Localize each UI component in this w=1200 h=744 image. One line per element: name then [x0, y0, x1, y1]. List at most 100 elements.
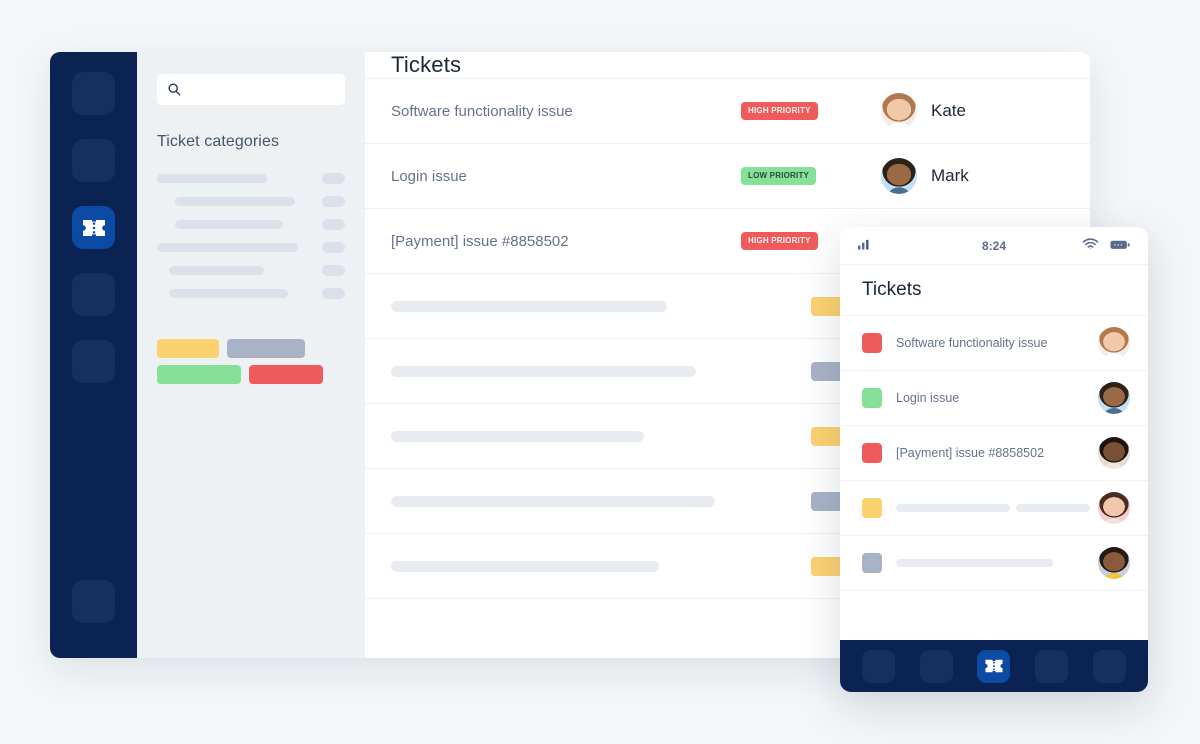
status-right	[1006, 237, 1130, 255]
m-nav-item-1[interactable]	[862, 650, 895, 683]
search-input[interactable]	[188, 83, 335, 97]
ticket-icon	[82, 219, 106, 237]
category-label-placeholder	[169, 266, 264, 275]
ticket-title-placeholder	[391, 496, 811, 507]
category-chip[interactable]	[157, 339, 219, 358]
tickets-header: Tickets	[365, 52, 1090, 79]
status-time: 8:24	[982, 239, 1006, 253]
battery-icon	[1110, 237, 1130, 255]
ticket-title: Software functionality issue	[391, 103, 741, 120]
category-row[interactable]	[157, 167, 345, 190]
signal-bars-icon	[858, 237, 873, 255]
priority-cell: LOW PRIORITY	[741, 167, 851, 185]
skeleton-bar	[391, 431, 644, 442]
status-left	[858, 237, 982, 255]
category-row[interactable]	[157, 190, 345, 213]
category-row[interactable]	[157, 236, 345, 259]
avatar	[1098, 327, 1130, 359]
priority-cell: HIGH PRIORITY	[741, 102, 851, 120]
category-count-placeholder	[322, 242, 345, 253]
priority-swatch	[862, 553, 882, 573]
ticket-title: Login issue	[391, 168, 741, 185]
avatar	[1098, 547, 1130, 579]
nav-item-2[interactable]	[72, 139, 115, 182]
avatar	[881, 93, 917, 129]
nav-item-settings[interactable]	[72, 580, 115, 623]
ticket-title-placeholder	[896, 559, 1098, 567]
priority-badge: HIGH PRIORITY	[741, 102, 818, 120]
skeleton-bar	[391, 561, 659, 572]
table-row[interactable]: Login issueLOW PRIORITY Mark	[365, 144, 1090, 209]
m-nav-item-tickets[interactable]	[977, 650, 1010, 683]
avatar	[1098, 492, 1130, 524]
category-chip[interactable]	[157, 365, 241, 384]
ticket-title-placeholder	[391, 431, 811, 442]
ticket-categories-sidebar: Ticket categories	[137, 52, 365, 658]
avatar	[1098, 382, 1130, 414]
avatar	[881, 158, 917, 194]
category-list	[157, 167, 345, 305]
priority-badge: LOW PRIORITY	[741, 167, 816, 185]
ticket-icon	[984, 659, 1003, 673]
mobile-app-overlay: 8:24	[840, 227, 1148, 692]
category-count-placeholder	[322, 265, 345, 276]
ticket-title-placeholder	[391, 301, 811, 312]
ticket-title: Software functionality issue	[896, 336, 1098, 350]
category-color-chips	[157, 339, 345, 384]
category-label-placeholder	[175, 220, 283, 229]
m-nav-item-4[interactable]	[1035, 650, 1068, 683]
list-item[interactable]: Software functionality issue	[840, 316, 1148, 371]
assignee-name: Mark	[931, 166, 969, 186]
primary-nav-rail	[50, 52, 137, 658]
category-count-placeholder	[322, 288, 345, 299]
mobile-page-title: Tickets	[862, 279, 921, 301]
search-icon	[167, 82, 182, 97]
mobile-header: Tickets	[840, 265, 1148, 316]
search-bar[interactable]	[157, 74, 345, 105]
list-item[interactable]	[840, 536, 1148, 591]
ticket-title: [Payment] issue #8858502	[391, 233, 741, 250]
list-item[interactable]	[840, 481, 1148, 536]
wifi-icon	[1082, 237, 1099, 255]
priority-swatch	[862, 498, 882, 518]
mobile-status-bar: 8:24	[840, 227, 1148, 265]
screenshot-stage: Ticket categories Tickets Software funct…	[0, 0, 1200, 744]
avatar	[1098, 437, 1130, 469]
m-nav-item-5[interactable]	[1093, 650, 1126, 683]
category-row[interactable]	[157, 213, 345, 236]
category-count-placeholder	[322, 219, 345, 230]
priority-cell: HIGH PRIORITY	[741, 232, 851, 250]
skeleton-bar	[1016, 504, 1090, 512]
category-label-placeholder	[157, 243, 298, 252]
category-chip[interactable]	[249, 365, 323, 384]
page-title: Tickets	[391, 52, 461, 78]
ticket-title-placeholder	[391, 561, 811, 572]
skeleton-bar	[391, 366, 696, 377]
list-item[interactable]: [Payment] issue #8858502	[840, 426, 1148, 481]
chip-row	[157, 365, 345, 384]
nav-item-1[interactable]	[72, 72, 115, 115]
ticket-title-placeholder	[896, 504, 1098, 512]
category-label-placeholder	[157, 174, 267, 183]
nav-item-tickets[interactable]	[72, 206, 115, 249]
nav-item-5[interactable]	[72, 340, 115, 383]
category-row[interactable]	[157, 259, 345, 282]
sidebar-title: Ticket categories	[157, 133, 345, 151]
skeleton-bar	[896, 504, 1010, 512]
assignee-name: Kate	[931, 101, 966, 121]
assignee-cell[interactable]: Mark	[881, 158, 969, 194]
skeleton-bar	[896, 559, 1053, 567]
category-chip[interactable]	[227, 339, 305, 358]
m-nav-item-2[interactable]	[920, 650, 953, 683]
mobile-empty-space	[840, 591, 1148, 640]
category-count-placeholder	[322, 173, 345, 184]
ticket-title: [Payment] issue #8858502	[896, 446, 1098, 460]
nav-item-4[interactable]	[72, 273, 115, 316]
list-item[interactable]: Login issue	[840, 371, 1148, 426]
priority-swatch	[862, 443, 882, 463]
assignee-cell[interactable]: Kate	[881, 93, 966, 129]
category-row[interactable]	[157, 282, 345, 305]
ticket-title: Login issue	[896, 391, 1098, 405]
table-row[interactable]: Software functionality issueHIGH PRIORIT…	[365, 79, 1090, 144]
category-count-placeholder	[322, 196, 345, 207]
